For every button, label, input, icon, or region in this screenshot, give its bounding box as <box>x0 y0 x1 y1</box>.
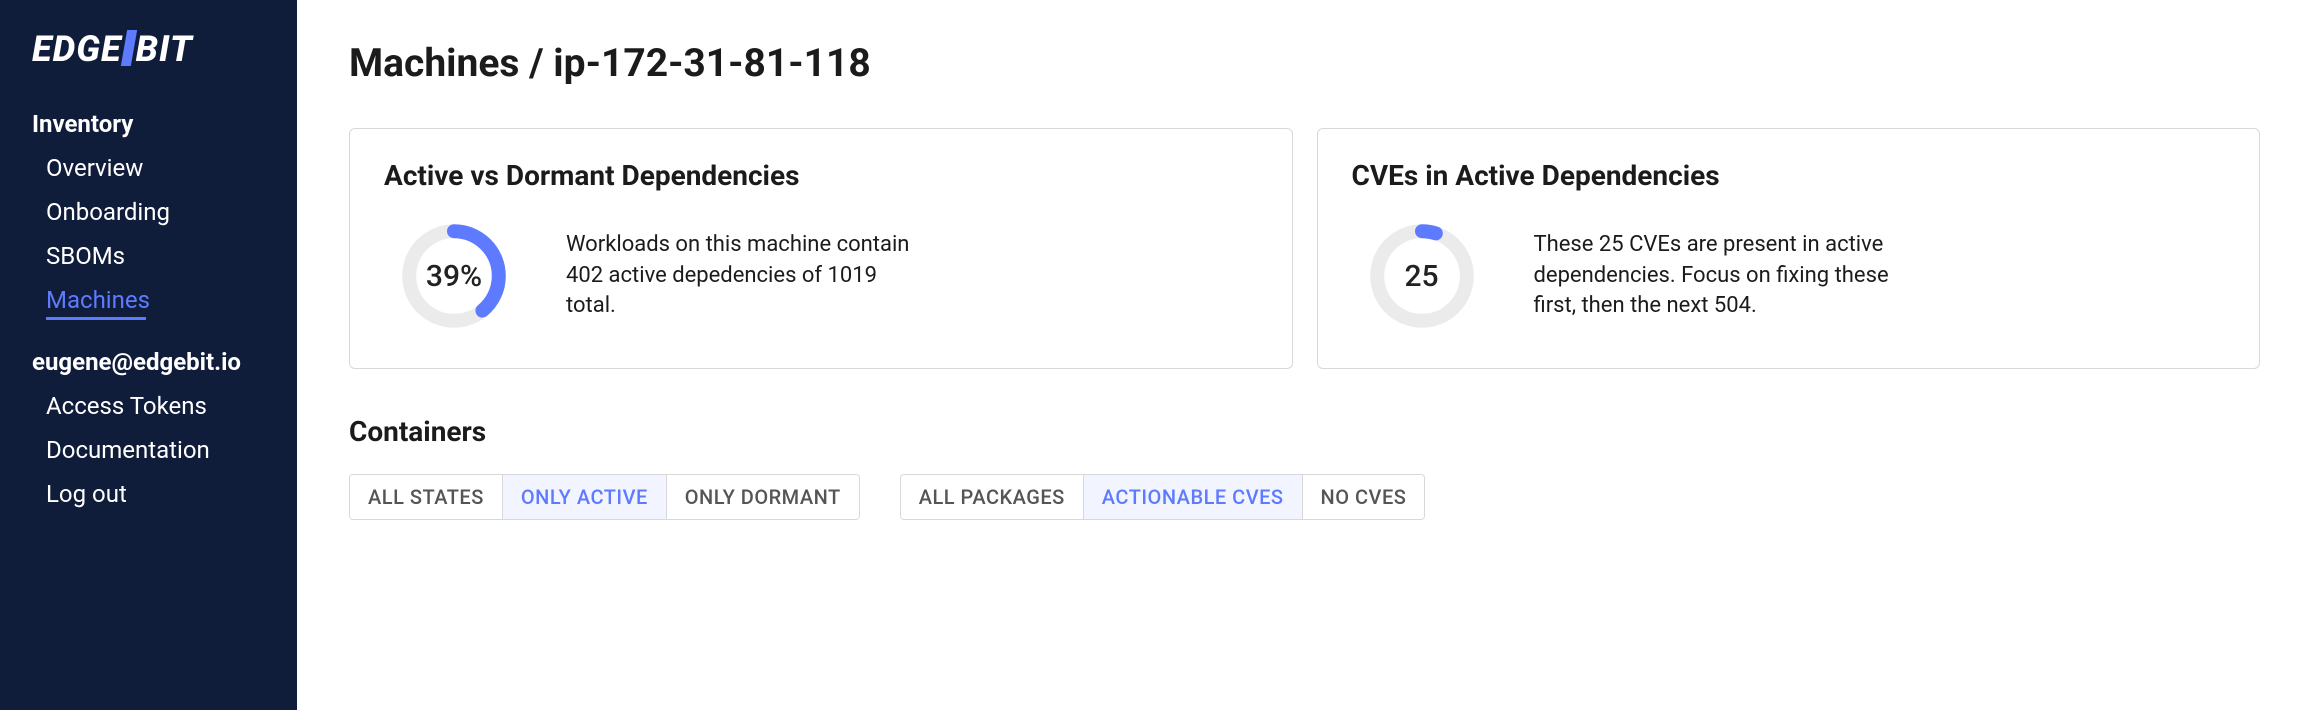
page-title: Machines / ip-172-31-81-118 <box>349 40 2260 86</box>
sidebar-item-documentation[interactable]: Documentation <box>0 428 297 472</box>
filter-tab-only-dormant[interactable]: ONLY DORMANT <box>667 475 859 519</box>
logo-left: EDGE <box>32 28 122 70</box>
filter-group-package: ALL PACKAGES ACTIONABLE CVES NO CVES <box>900 474 1426 520</box>
containers-heading: Containers <box>349 415 2260 448</box>
sidebar-item-access-tokens[interactable]: Access Tokens <box>0 384 297 428</box>
sidebar-item-log-out[interactable]: Log out <box>0 472 297 516</box>
filter-tab-actionable-cves[interactable]: ACTIONABLE CVES <box>1084 475 1303 519</box>
cards-row: Active vs Dormant Dependencies 39% Workl… <box>349 128 2260 369</box>
donut-cves-label: 25 <box>1366 220 1478 332</box>
card-cves-desc: These 25 CVEs are present in active depe… <box>1534 230 1894 322</box>
nav-section-inventory: Inventory <box>0 102 297 146</box>
filter-tab-only-active[interactable]: ONLY ACTIVE <box>503 475 667 519</box>
logo-right: BIT <box>136 28 193 70</box>
filter-tab-all-packages[interactable]: ALL PACKAGES <box>901 475 1084 519</box>
logo: EDGE BIT <box>0 28 297 102</box>
filter-tab-all-states[interactable]: ALL STATES <box>350 475 503 519</box>
sidebar-item-machines[interactable]: Machines <box>0 278 297 322</box>
nav-section-user: eugene@edgebit.io <box>0 340 297 384</box>
sidebar-item-sboms[interactable]: SBOMs <box>0 234 297 278</box>
card-cves-title: CVEs in Active Dependencies <box>1352 159 2226 192</box>
main-content: Machines / ip-172-31-81-118 Active vs Do… <box>297 0 2312 710</box>
card-cves: CVEs in Active Dependencies 25 These 25 … <box>1317 128 2261 369</box>
donut-active-dormant: 39% <box>398 220 510 332</box>
card-active-dormant-title: Active vs Dormant Dependencies <box>384 159 1258 192</box>
donut-active-dormant-label: 39% <box>398 220 510 332</box>
card-active-dormant-desc: Workloads on this machine contain 402 ac… <box>566 230 926 322</box>
logo-text: EDGE BIT <box>32 28 193 70</box>
sidebar: EDGE BIT Inventory Overview Onboarding SB… <box>0 0 297 710</box>
filter-tab-no-cves[interactable]: NO CVES <box>1303 475 1425 519</box>
sidebar-item-onboarding[interactable]: Onboarding <box>0 190 297 234</box>
donut-cves: 25 <box>1366 220 1478 332</box>
filter-group-state: ALL STATES ONLY ACTIVE ONLY DORMANT <box>349 474 860 520</box>
sidebar-item-overview[interactable]: Overview <box>0 146 297 190</box>
filter-row: ALL STATES ONLY ACTIVE ONLY DORMANT ALL … <box>349 474 2260 520</box>
card-active-dormant: Active vs Dormant Dependencies 39% Workl… <box>349 128 1293 369</box>
